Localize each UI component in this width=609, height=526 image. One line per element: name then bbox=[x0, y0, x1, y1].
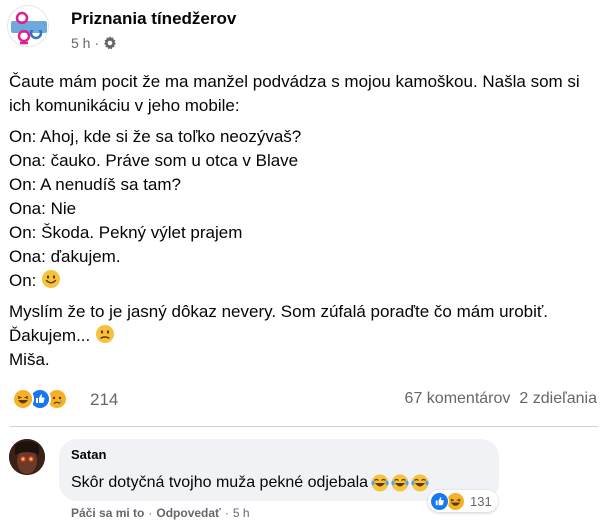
post-time-link[interactable]: 5 h bbox=[71, 35, 90, 51]
comment-reactions-count: 131 bbox=[470, 493, 492, 509]
conversation-line: On: Ahoj, kde si že sa toľko neozývaš? bbox=[9, 127, 302, 146]
action-separator: · bbox=[224, 506, 229, 520]
conversation-line: On: Škoda. Pekný výlet prajem bbox=[9, 223, 243, 242]
conversation-line: Ona: Nie bbox=[9, 199, 77, 218]
comment-time-link[interactable]: 5 h bbox=[233, 506, 250, 520]
comments-count-link[interactable]: 67 komentárov bbox=[405, 390, 511, 408]
post-intro: Čaute mám pocit že ma manžel podvádza s … bbox=[9, 72, 580, 115]
shares-count-link[interactable]: 2 zdieľania bbox=[519, 390, 597, 408]
post-header: Priznania tínedžerov 5 h · bbox=[0, 0, 609, 60]
comment-author-name[interactable]: Satan bbox=[71, 447, 487, 462]
tears-of-joy-emoji-icon bbox=[411, 474, 429, 492]
comment-reactions[interactable]: 131 bbox=[428, 490, 498, 512]
outro-block: Myslím že to je jasný dôkaz nevery. Som … bbox=[9, 300, 599, 372]
comment-author-avatar[interactable] bbox=[9, 439, 45, 475]
conversation-block: On: Ahoj, kde si že sa toľko neozývaš? O… bbox=[9, 125, 599, 293]
post-body: Čaute mám pocit že ma manžel podvádza s … bbox=[9, 70, 599, 372]
haha-icon bbox=[12, 388, 34, 410]
smile-emoji-icon bbox=[42, 270, 61, 288]
confused-emoji-icon bbox=[95, 325, 114, 343]
conversation-line-with-emoji: On: bbox=[9, 269, 599, 293]
conversation-line: On: bbox=[9, 271, 37, 290]
gear-icon[interactable] bbox=[103, 36, 117, 50]
post-signature: Miša. bbox=[9, 350, 50, 369]
post-stats: 214 67 komentárov 2 zdieľania bbox=[12, 386, 597, 414]
outro-line: Myslím že to je jasný dôkaz nevery. Som … bbox=[9, 300, 599, 348]
engagement-counts: 67 komentárov 2 zdieľania bbox=[405, 390, 597, 408]
meta-separator: · bbox=[94, 35, 100, 51]
conversation-line: On: A nenudíš sa tam? bbox=[9, 175, 182, 194]
comment-text: Skôr dotyčná tvojho muža pekné odjebala bbox=[71, 474, 369, 491]
comment-actions: Páči sa mi to · Odpovedať · 5 h bbox=[71, 506, 250, 520]
comment-emojis bbox=[370, 473, 430, 493]
avatar-image-icon bbox=[9, 439, 45, 475]
post-outro: Myslím že to je jasný dôkaz nevery. Som … bbox=[9, 302, 549, 345]
divider bbox=[10, 426, 598, 427]
page-name-link[interactable]: Priznania tínedžerov bbox=[71, 9, 236, 29]
post-meta: 5 h · bbox=[71, 35, 117, 51]
comment-reply-button[interactable]: Odpovedať bbox=[156, 506, 220, 520]
conversation-line: Ona: ďakujem. bbox=[9, 247, 121, 266]
page-logo-icon bbox=[9, 7, 48, 46]
action-separator: · bbox=[148, 506, 153, 520]
tears-of-joy-emoji-icon bbox=[371, 474, 389, 492]
reaction-icons[interactable] bbox=[12, 388, 68, 410]
like-icon bbox=[430, 491, 449, 511]
conversation-line: Ona: čauko. Práve som u otca v Blave bbox=[9, 151, 299, 170]
tears-of-joy-emoji-icon bbox=[391, 474, 409, 492]
comment-text-row: Skôr dotyčná tvojho muža pekné odjebala bbox=[71, 473, 487, 493]
reactions-count[interactable]: 214 bbox=[90, 390, 118, 410]
comment-like-button[interactable]: Páči sa mi to bbox=[71, 506, 144, 520]
page-avatar[interactable] bbox=[7, 5, 49, 47]
